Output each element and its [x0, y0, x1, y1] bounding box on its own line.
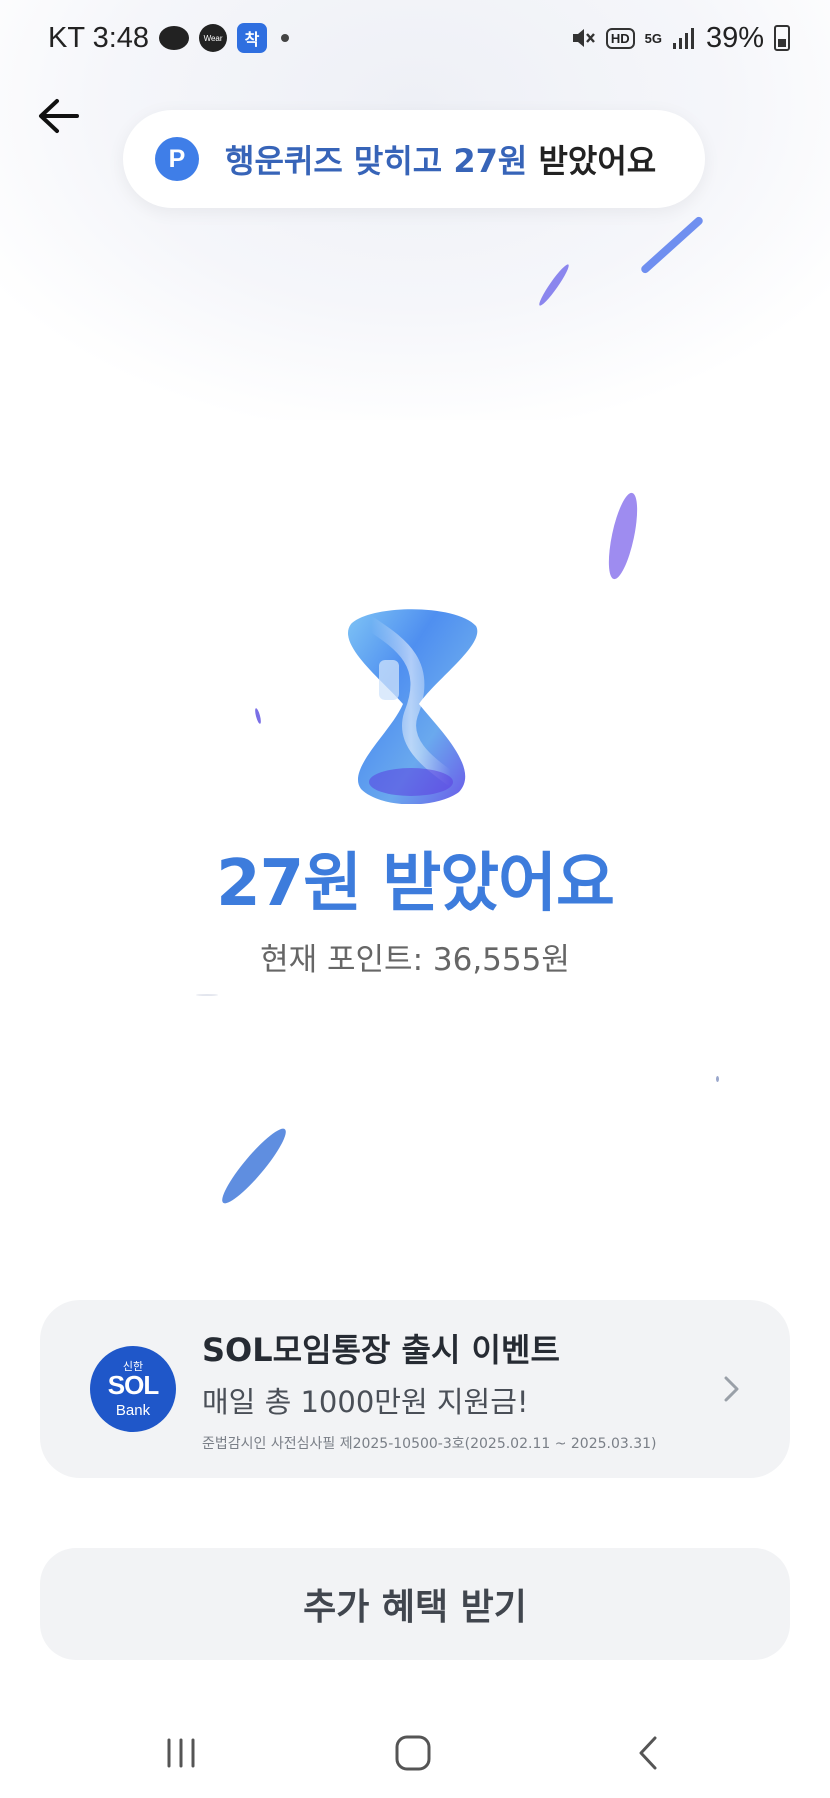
recent-apps-icon [167, 1738, 195, 1768]
sol-bank-logo: 신한 SOL Bank [90, 1346, 176, 1432]
signal-icon [672, 26, 696, 50]
reward-title: 27원 받았어요 [216, 847, 615, 921]
wear-label: Wear [203, 33, 223, 43]
home-button[interactable] [385, 1728, 441, 1778]
recent-apps-button[interactable] [153, 1728, 209, 1778]
hd-voice-icon: HD [605, 27, 635, 49]
chak-label: 착 [244, 30, 260, 49]
confetti-petal [716, 1076, 719, 1082]
confetti-petal [603, 490, 643, 582]
event-body: SOL모임통장 출시 이벤트 매일 총 1000만원 지원금! 준법감시인 사전… [202, 1325, 657, 1453]
extra-benefit-button[interactable]: 추가 혜택 받기 [40, 1548, 790, 1660]
system-nav-bar [0, 1710, 830, 1798]
sol-logo-bottom: Bank [115, 1402, 151, 1419]
event-legal-notice: 준법감시인 사전심사필 제2025-10500-3호(2025.02.11 ~ … [202, 1436, 657, 1452]
mute-icon [570, 25, 596, 51]
reward-toast: P 행운퀴즈 맞히고 27원 받았어요 [123, 110, 705, 208]
arrow-left-icon [39, 99, 79, 133]
confetti-petal [196, 994, 218, 996]
status-left: KT 3:48 Wear 착 [48, 21, 290, 55]
toast-message-highlight: 행운퀴즈 맞히고 27원 [225, 142, 539, 180]
chak-notification-icon: 착 [237, 23, 268, 53]
5g-icon: 5G [644, 30, 662, 46]
reward-hourglass-graphic [348, 609, 478, 804]
point-icon: P [155, 137, 199, 181]
point-icon-label: P [168, 144, 186, 173]
event-banner-card[interactable]: 신한 SOL Bank SOL모임통장 출시 이벤트 매일 총 1000만원 지… [40, 1300, 790, 1478]
more-notifications-icon [281, 34, 290, 42]
status-right: HD 5G 39% [570, 22, 790, 55]
battery-icon [774, 25, 790, 51]
carrier-time: KT 3:48 [48, 21, 150, 54]
nav-back-button[interactable] [620, 1728, 676, 1778]
confetti-petal [215, 1122, 293, 1210]
talk-notification-icon [159, 26, 190, 50]
nav-back-icon [639, 1736, 657, 1770]
toast-message: 행운퀴즈 맞히고 27원 받았어요 [225, 136, 656, 182]
sol-logo-main: SOL [107, 1370, 159, 1400]
extra-benefit-label: 추가 혜택 받기 [303, 1587, 527, 1628]
event-description: 매일 총 1000만원 지원금! [202, 1385, 529, 1419]
home-icon [395, 1735, 431, 1771]
status-bar: KT 3:48 Wear 착 HD 5G 39% [0, 0, 830, 76]
event-title: SOL모임통장 출시 이벤트 [202, 1331, 560, 1369]
wear-notification-icon: Wear [199, 24, 228, 52]
current-points: 현재 포인트: 36,555원 [260, 942, 570, 978]
battery-percent: 39% [705, 21, 764, 54]
back-button[interactable] [34, 92, 82, 140]
chevron-right-icon [724, 1376, 739, 1402]
screen: KT 3:48 Wear 착 HD 5G 39% P 행운퀴즈 맞히고 27원 … [0, 0, 830, 1798]
toast-message-rest: 받았어요 [538, 142, 657, 180]
confetti-petal [253, 707, 263, 725]
